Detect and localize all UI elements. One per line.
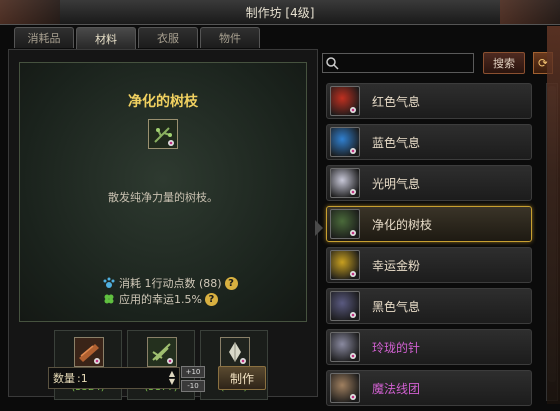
- blue-aura-icon: [330, 127, 360, 157]
- titlebar-decor-right: [500, 0, 560, 24]
- tab-objects[interactable]: 物件: [200, 27, 260, 48]
- item-description: 散发纯净力量的树枝。: [108, 191, 218, 204]
- down-arrow-icon[interactable]: ▼: [169, 378, 175, 386]
- tab-materials[interactable]: 材料: [76, 27, 136, 50]
- recipe-label: 光明气息: [372, 176, 421, 191]
- minus-ten-button[interactable]: -10: [181, 380, 205, 392]
- recipe-label: 幸运金粉: [372, 258, 421, 273]
- titlebar-decor-left: [0, 0, 60, 24]
- light-aura-icon: [330, 168, 360, 198]
- recipe-item[interactable]: 红色气息: [326, 83, 532, 119]
- item-detail-card: 净化的树枝 散发纯净力量的树枝。 消耗 1行动点数 (88) ? 应用的幸运1.…: [19, 62, 307, 322]
- cost-line: 消耗 1行动点数 (88) ?: [102, 275, 238, 291]
- quantity-label: 数量: [53, 372, 75, 385]
- recipe-item[interactable]: 黑色气息: [326, 288, 532, 324]
- cost-text: 消耗 1行动点数 (88): [119, 277, 222, 290]
- clover-icon: [104, 294, 114, 304]
- item-name: 净化的树枝: [128, 94, 198, 110]
- recipe-item[interactable]: 幸运金粉: [326, 247, 532, 283]
- recipe-label: 红色气息: [372, 94, 421, 109]
- recipe-item[interactable]: 净化的树枝: [326, 206, 532, 242]
- red-aura-icon: [330, 86, 360, 116]
- recipe-label: 净化的树枝: [372, 217, 433, 232]
- dark-aura-icon: [330, 291, 360, 321]
- help-icon[interactable]: ?: [204, 292, 218, 306]
- make-button[interactable]: 制作: [218, 366, 266, 390]
- needle-icon: [330, 332, 360, 362]
- gold-dust-icon: [330, 250, 360, 280]
- search-input[interactable]: [322, 53, 474, 73]
- search-icon: [326, 57, 339, 70]
- window-title: 制作坊 [4级]: [245, 5, 315, 20]
- thread-ball-icon: [330, 373, 360, 403]
- recipe-item[interactable]: 光明气息: [326, 165, 532, 201]
- window-titlebar[interactable]: 制作坊 [4级]: [0, 0, 560, 25]
- twig-icon: [148, 119, 178, 149]
- recipe-list-panel: 搜索 ⟳ 红色气息 蓝色气息 光明气息 净化的树枝 幸运金粉 黑色气息 玲珑的针 魔法线团: [320, 49, 560, 406]
- recipe-label: 魔法线团: [372, 381, 421, 396]
- luck-line: 应用的幸运1.5% ?: [102, 291, 218, 307]
- background-scenery: [547, 26, 560, 404]
- luck-text: 应用的幸运1.5%: [119, 293, 202, 306]
- search-button[interactable]: 搜索: [483, 52, 525, 74]
- recipe-item[interactable]: 魔法线团: [326, 370, 532, 406]
- tab-bar: 消耗品 材料 衣服 物件: [14, 27, 260, 50]
- paw-icon: [103, 277, 115, 288]
- quantity-value: :1: [77, 371, 88, 385]
- recipe-label: 蓝色气息: [372, 135, 421, 150]
- recipe-detail-panel: 净化的树枝 散发纯净力量的树枝。 消耗 1行动点数 (88) ? 应用的幸运1.…: [8, 49, 318, 400]
- tab-consumables[interactable]: 消耗品: [14, 27, 74, 48]
- recipe-label: 黑色气息: [372, 299, 421, 314]
- recipe-label: 玲珑的针: [372, 340, 421, 355]
- craft-bar: 数量 :1 ▲ ▼ +10 -10 制作: [8, 362, 316, 396]
- twig-icon: [330, 209, 360, 239]
- quantity-input[interactable]: 数量 :1 ▲ ▼: [48, 367, 180, 389]
- help-icon[interactable]: ?: [224, 276, 238, 290]
- quantity-stepper[interactable]: ▲ ▼: [169, 370, 175, 386]
- quantity-step-buttons: +10 -10: [181, 366, 205, 392]
- plus-ten-button[interactable]: +10: [181, 366, 205, 378]
- recipe-item[interactable]: 玲珑的针: [326, 329, 532, 365]
- tab-clothes[interactable]: 衣服: [138, 27, 198, 48]
- recipe-list: 红色气息蓝色气息光明气息净化的树枝幸运金粉黑色气息玲珑的针魔法线团: [326, 83, 532, 411]
- recipe-item[interactable]: 蓝色气息: [326, 124, 532, 160]
